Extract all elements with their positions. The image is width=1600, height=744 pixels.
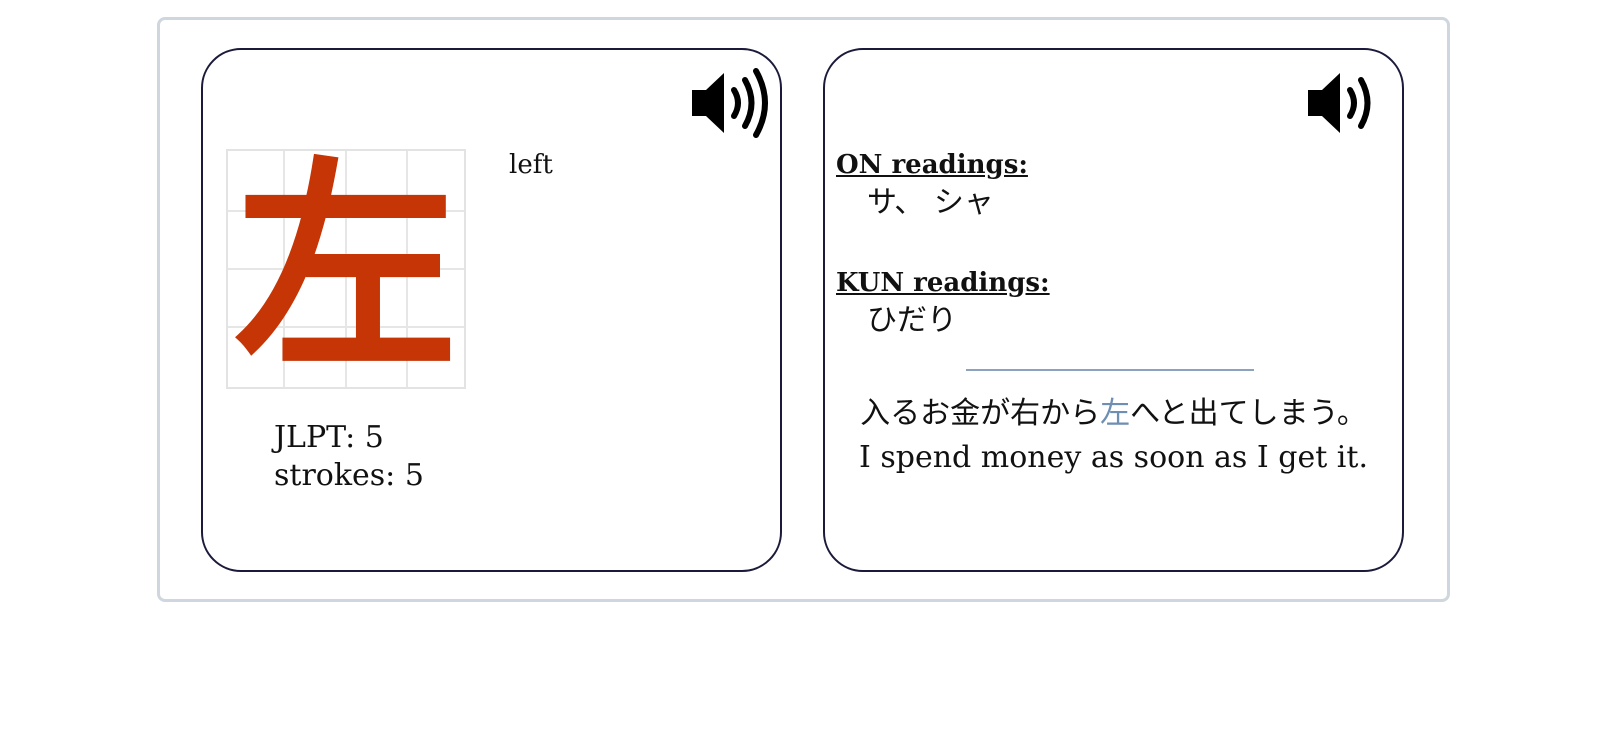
stroke-count: strokes: 5	[274, 458, 424, 493]
readings-card: ON readings: サ、 シャ KUN readings: ひだり 入るお…	[823, 48, 1404, 572]
kanji-character: 左	[234, 149, 458, 389]
kun-readings-heading: KUN readings:	[836, 268, 1050, 298]
example-sentence-japanese: 入るお金が右から左へと出てしまう。	[825, 394, 1402, 434]
example-jp-after: へと出てしまう。	[1130, 396, 1367, 431]
kanji-meta: JLPT: 5 strokes: 5	[274, 419, 424, 495]
divider	[966, 369, 1254, 371]
kanji-display: 左	[226, 149, 466, 389]
example-sentence-english: I spend money as soon as I get it.	[858, 440, 1368, 475]
on-readings-heading: ON readings:	[836, 150, 1028, 180]
kun-readings-values: ひだり	[867, 303, 957, 338]
kanji-meaning: left	[509, 150, 553, 180]
kanji-audio-speaker-icon[interactable]	[690, 68, 770, 138]
example-audio-speaker-icon[interactable]	[1306, 68, 1386, 138]
jlpt-level: JLPT: 5	[274, 420, 384, 455]
example-jp-before: 入るお金が右から	[860, 396, 1101, 431]
on-readings-values: サ、 シャ	[867, 185, 994, 220]
example-jp-highlight: 左	[1100, 396, 1131, 431]
kanji-card: 左 left JLPT: 5 strokes: 5	[201, 48, 782, 572]
